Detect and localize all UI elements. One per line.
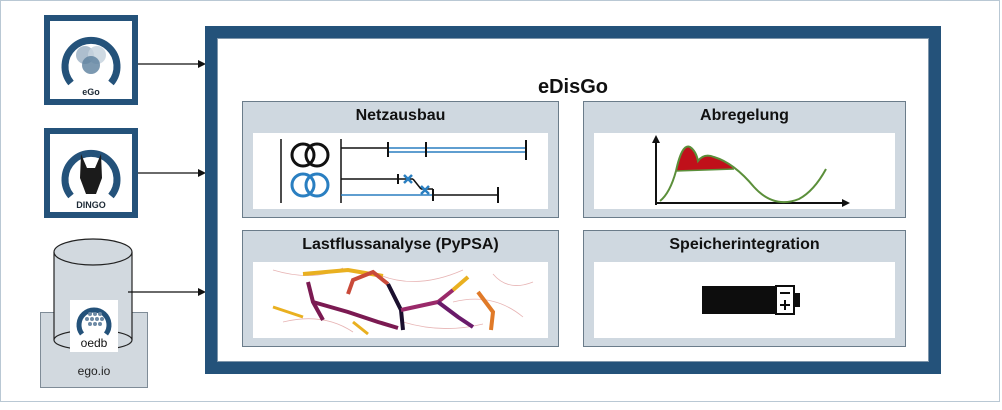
panel-title-lastflussanalyse: Lastflussanalyse (PyPSA)	[302, 236, 499, 253]
dingo-label: DINGO	[76, 200, 106, 210]
lastflussanalyse-content	[253, 262, 548, 338]
netzausbau-content	[253, 133, 548, 209]
panel-abregelung: Abregelung	[583, 101, 906, 218]
panel-title-speicherintegration: Speicherintegration	[669, 236, 820, 253]
edisgo-title: eDisGo	[537, 76, 609, 98]
arrow-dingo-to-edisgo	[138, 169, 206, 177]
panel-netzausbau: Netzausbau	[242, 101, 559, 218]
arrow-database-to-edisgo	[128, 288, 206, 296]
oedb-logo: oedb	[70, 300, 118, 352]
power-flow-map-icon	[272, 267, 534, 336]
ego-logo: eGo	[50, 21, 132, 99]
panel-title-netzausbau: Netzausbau	[355, 107, 446, 124]
ego-label: eGo	[82, 87, 100, 97]
arrow-ego-to-edisgo	[138, 60, 206, 68]
abregelung-content	[594, 133, 895, 209]
battery-icon	[702, 285, 800, 315]
oedb-label: oedb	[80, 336, 108, 350]
panel-speicherintegration: Speicherintegration	[583, 230, 906, 347]
panel-title-abregelung: Abregelung	[700, 107, 789, 124]
grid-expansion-icon	[280, 139, 527, 203]
database-group: oedb ego.io	[40, 236, 148, 388]
speicherintegration-content	[594, 262, 895, 338]
ego-logo-box: eGo	[44, 15, 138, 105]
curtailment-curve-icon	[652, 135, 850, 207]
dingo-logo: DINGO	[50, 134, 132, 212]
panel-lastflussanalyse: Lastflussanalyse (PyPSA)	[242, 230, 559, 347]
edisgo-panel: eDisGo Netzausbau Abregelung Lastflussan…	[217, 38, 929, 362]
edisgo-frame: eDisGo Netzausbau Abregelung Lastflussan…	[205, 26, 941, 374]
oedb-icon	[76, 307, 112, 336]
egoio-label: ego.io	[77, 364, 111, 378]
dingo-logo-box: DINGO	[44, 128, 138, 218]
